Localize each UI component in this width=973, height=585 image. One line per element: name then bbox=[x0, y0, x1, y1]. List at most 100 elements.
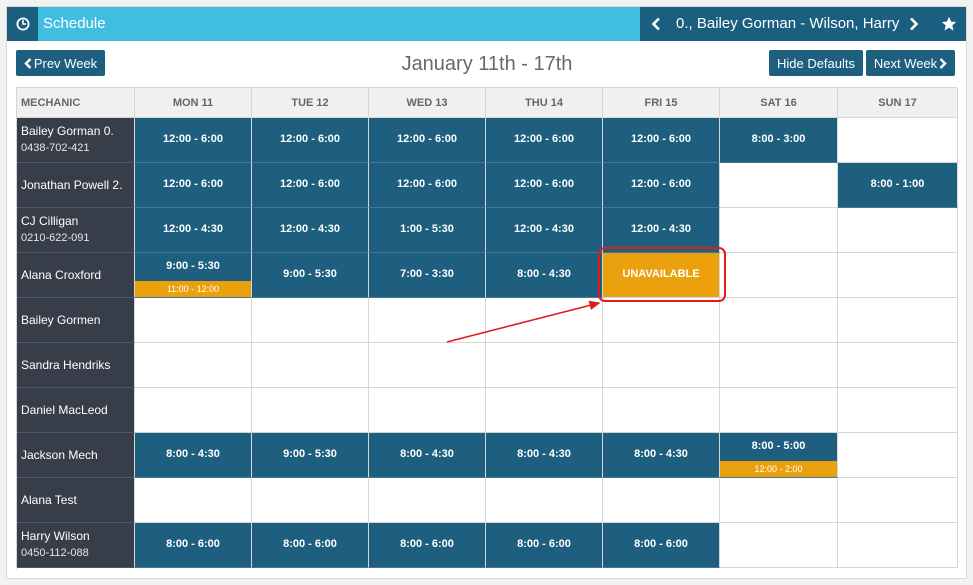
empty-cell[interactable] bbox=[486, 478, 603, 523]
mechanic-name: Bailey Gorman 0. bbox=[21, 124, 114, 138]
mechanic-name: Harry Wilson bbox=[21, 529, 90, 543]
shift-cell[interactable]: 12:00 - 6:00 bbox=[486, 118, 603, 163]
empty-cell[interactable] bbox=[838, 118, 958, 163]
shift-cell[interactable]: 12:00 - 6:00 bbox=[369, 163, 486, 208]
empty-cell[interactable] bbox=[838, 208, 958, 253]
empty-cell[interactable] bbox=[720, 298, 838, 343]
shift-time: 12:00 - 4:30 bbox=[280, 223, 340, 235]
shift-cell[interactable]: 8:00 - 3:00 bbox=[720, 118, 838, 163]
star-icon[interactable] bbox=[932, 7, 966, 41]
empty-cell[interactable] bbox=[838, 343, 958, 388]
empty-cell[interactable] bbox=[252, 478, 369, 523]
empty-cell[interactable] bbox=[369, 343, 486, 388]
shift-time: 12:00 - 6:00 bbox=[514, 178, 574, 190]
empty-cell[interactable] bbox=[603, 298, 720, 343]
shift-cell[interactable]: 8:00 - 4:30 bbox=[486, 253, 603, 298]
shift-time: 12:00 - 4:30 bbox=[163, 223, 223, 235]
empty-cell[interactable] bbox=[135, 478, 252, 523]
shift-cell[interactable]: 12:00 - 6:00 bbox=[486, 163, 603, 208]
empty-cell[interactable] bbox=[135, 298, 252, 343]
mechanic-cell[interactable]: Alana Croxford bbox=[17, 253, 135, 298]
empty-cell[interactable] bbox=[838, 433, 958, 478]
unavailable-cell[interactable]: UNAVAILABLE bbox=[603, 253, 720, 298]
empty-cell[interactable] bbox=[720, 208, 838, 253]
empty-cell[interactable] bbox=[838, 253, 958, 298]
empty-cell[interactable] bbox=[603, 388, 720, 433]
shift-cell[interactable]: 8:00 - 6:00 bbox=[252, 523, 369, 568]
empty-cell[interactable] bbox=[135, 388, 252, 433]
shift-cell[interactable]: 12:00 - 6:00 bbox=[603, 118, 720, 163]
shift-cell[interactable]: 12:00 - 6:00 bbox=[252, 163, 369, 208]
chevron-right-icon bbox=[939, 57, 947, 69]
shift-cell[interactable]: 9:00 - 5:30 bbox=[252, 433, 369, 478]
shift-cell[interactable]: 8:00 - 6:00 bbox=[486, 523, 603, 568]
empty-cell[interactable] bbox=[486, 388, 603, 433]
empty-cell[interactable] bbox=[486, 298, 603, 343]
shift-time: 1:00 - 5:30 bbox=[400, 223, 454, 235]
empty-cell[interactable] bbox=[486, 343, 603, 388]
empty-cell[interactable] bbox=[252, 298, 369, 343]
empty-cell[interactable] bbox=[252, 343, 369, 388]
chevron-left-icon[interactable] bbox=[640, 7, 672, 41]
mechanic-cell[interactable]: Daniel MacLeod bbox=[17, 388, 135, 433]
shift-cell[interactable]: 12:00 - 4:30 bbox=[135, 208, 252, 253]
shift-cell[interactable]: 8:00 - 6:00 bbox=[369, 523, 486, 568]
shift-time: 8:00 - 5:00 bbox=[751, 440, 806, 452]
mechanic-range-label: 0., Bailey Gorman - Wilson, Harry bbox=[676, 15, 900, 32]
mechanic-cell[interactable]: Bailey Gormen bbox=[17, 298, 135, 343]
mechanic-cell[interactable]: Sandra Hendriks bbox=[17, 343, 135, 388]
next-week-button[interactable]: Next Week bbox=[866, 50, 955, 76]
mechanic-cell[interactable]: Jonathan Powell 2. bbox=[17, 163, 135, 208]
shift-cell[interactable]: 12:00 - 4:30 bbox=[603, 208, 720, 253]
shift-cell[interactable]: 8:00 - 4:30 bbox=[486, 433, 603, 478]
mechanic-cell[interactable]: Bailey Gorman 0. 0438-702-421 bbox=[17, 118, 135, 163]
empty-cell[interactable] bbox=[720, 253, 838, 298]
chevron-right-icon[interactable] bbox=[898, 7, 930, 41]
shift-cell[interactable]: 12:00 - 6:00 bbox=[135, 118, 252, 163]
shift-cell[interactable]: 12:00 - 6:00 bbox=[369, 118, 486, 163]
shift-cell[interactable]: 8:00 - 6:00 bbox=[135, 523, 252, 568]
shift-cell[interactable]: 8:00 - 6:00 bbox=[603, 523, 720, 568]
shift-cell[interactable]: 12:00 - 6:00 bbox=[135, 163, 252, 208]
empty-cell[interactable] bbox=[252, 388, 369, 433]
shift-cell[interactable]: 8:00 - 4:30 bbox=[135, 433, 252, 478]
shift-cell[interactable]: 9:00 - 5:30 11:00 - 12:00 bbox=[135, 253, 252, 298]
empty-cell[interactable] bbox=[720, 163, 838, 208]
mechanic-cell[interactable]: CJ Cilligan 0210-622-091 bbox=[17, 208, 135, 253]
empty-cell[interactable] bbox=[603, 478, 720, 523]
empty-cell[interactable] bbox=[720, 343, 838, 388]
empty-cell[interactable] bbox=[838, 388, 958, 433]
shift-cell[interactable]: 12:00 - 6:00 bbox=[603, 163, 720, 208]
shift-cell[interactable]: 12:00 - 4:30 bbox=[486, 208, 603, 253]
shift-cell[interactable]: 12:00 - 4:30 bbox=[252, 208, 369, 253]
empty-cell[interactable] bbox=[838, 298, 958, 343]
empty-cell[interactable] bbox=[369, 388, 486, 433]
hide-defaults-button[interactable]: Hide Defaults bbox=[769, 50, 863, 76]
shift-cell[interactable]: 8:00 - 1:00 bbox=[838, 163, 958, 208]
empty-cell[interactable] bbox=[720, 478, 838, 523]
shift-cell[interactable]: 8:00 - 4:30 bbox=[369, 433, 486, 478]
app-background: Schedule 0., Bailey Gorman - Wilson, Har… bbox=[0, 0, 973, 585]
empty-cell[interactable] bbox=[369, 478, 486, 523]
mechanic-cell[interactable]: Alana Test bbox=[17, 478, 135, 523]
shift-cell[interactable]: 8:00 - 4:30 bbox=[603, 433, 720, 478]
week-title: January 11th - 17th bbox=[401, 53, 573, 75]
empty-cell[interactable] bbox=[838, 523, 958, 568]
empty-cell[interactable] bbox=[369, 298, 486, 343]
mechanic-name: Daniel MacLeod bbox=[21, 403, 108, 417]
empty-cell[interactable] bbox=[720, 523, 838, 568]
prev-week-button[interactable]: Prev Week bbox=[16, 50, 105, 76]
shift-cell[interactable]: 9:00 - 5:30 bbox=[252, 253, 369, 298]
shift-cell[interactable]: 12:00 - 6:00 bbox=[252, 118, 369, 163]
empty-cell[interactable] bbox=[720, 388, 838, 433]
shift-cell[interactable]: 7:00 - 3:30 bbox=[369, 253, 486, 298]
shift-cell[interactable]: 8:00 - 5:00 12:00 - 2:00 bbox=[720, 433, 838, 478]
shift-cell[interactable]: 1:00 - 5:30 bbox=[369, 208, 486, 253]
shift-time: 12:00 - 6:00 bbox=[397, 133, 457, 145]
empty-cell[interactable] bbox=[135, 343, 252, 388]
empty-cell[interactable] bbox=[838, 478, 958, 523]
empty-cell[interactable] bbox=[603, 343, 720, 388]
column-header-day: FRI 15 bbox=[603, 88, 720, 118]
mechanic-cell[interactable]: Harry Wilson 0450-112-088 bbox=[17, 523, 135, 568]
mechanic-cell[interactable]: Jackson Mech bbox=[17, 433, 135, 478]
